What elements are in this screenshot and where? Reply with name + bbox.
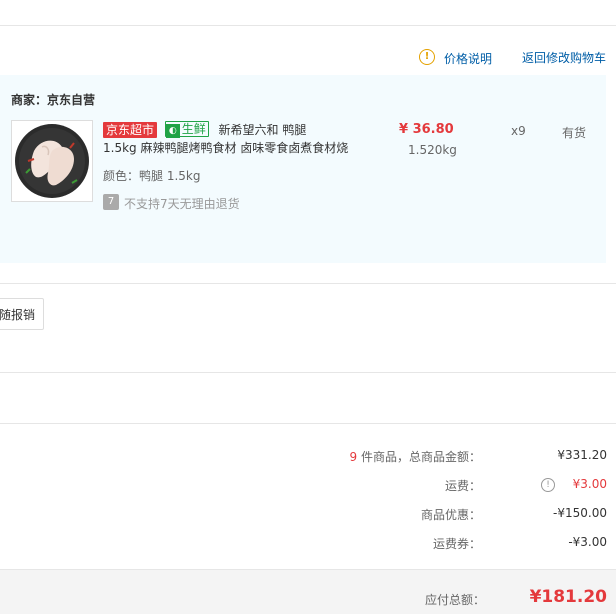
divider <box>0 423 616 424</box>
discount-row: 商品优惠： -¥150.00 <box>187 506 607 524</box>
fresh-badge-label: 生鲜 <box>181 122 206 136</box>
shipping-coupon-label: 运费券： <box>432 537 481 551</box>
discount-value: -¥150.00 <box>553 506 607 520</box>
shipping-coupon-row: 运费券： -¥3.00 <box>187 535 607 553</box>
discount-label: 商品优惠： <box>420 508 481 522</box>
product-thumbnail[interactable] <box>11 120 93 202</box>
fresh-leaf-icon: ◐ <box>165 124 180 138</box>
price-info-icon[interactable]: ! <box>419 49 435 65</box>
payable-total-bar: 应付总额： ¥181.20 <box>0 569 616 614</box>
divider <box>0 372 616 373</box>
price-info-link[interactable]: 价格说明 <box>444 50 492 67</box>
payable-total-label: 应付总额： <box>425 593 486 607</box>
shipping-coupon-value: -¥3.00 <box>568 535 607 549</box>
product-title-row: 京东超市 ◐ 生鲜 新希望六和 鸭腿 <box>103 121 306 139</box>
no-return-icon: 7 <box>103 194 119 210</box>
color-value: 鸭腿 1.5kg <box>139 169 201 183</box>
fresh-badge: ◐ 生鲜 <box>164 121 209 138</box>
product-image <box>15 124 89 198</box>
shipping-row: 运费： ! ¥3.00 <box>187 477 607 495</box>
payable-total-value: ¥181.20 <box>529 587 607 607</box>
product-stock-status: 有货 <box>562 126 587 140</box>
product-price: ¥ 36.80 <box>399 122 454 137</box>
item-count-suffix: 件商品，总商品金额： <box>357 450 481 464</box>
goods-total-row: 9 件商品，总商品金额： ¥331.20 <box>187 448 607 466</box>
product-title-line2[interactable]: 1.5kg 麻辣鸭腿烤鸭食材 卤味零食卤煮食材烧 <box>103 139 348 157</box>
color-label: 颜色： <box>103 169 140 183</box>
no-return-text: 不支持7天无理由退货 <box>124 197 240 211</box>
jd-supermarket-badge: 京东超市 <box>103 122 158 138</box>
divider <box>0 283 616 284</box>
merchant-label: 商家：京东自营 <box>11 93 96 107</box>
product-title-line1[interactable]: 新希望六和 鸭腿 <box>219 123 307 137</box>
product-color-row: 颜色：鸭腿 1.5kg <box>103 167 200 184</box>
shipping-info-icon[interactable]: ! <box>541 478 555 492</box>
goods-total-label: 9 件商品，总商品金额： <box>350 448 481 465</box>
goods-total-value: ¥331.20 <box>557 448 607 462</box>
back-to-cart-link[interactable]: 返回修改购物车 <box>522 49 606 66</box>
top-divider <box>0 25 616 26</box>
shipping-value: ¥3.00 <box>572 477 607 491</box>
product-weight: 1.520kg <box>408 143 457 157</box>
shipping-label: 运费： <box>444 479 481 493</box>
invoice-button[interactable]: 随报销 <box>0 298 44 330</box>
product-quantity: x9 <box>511 124 526 138</box>
